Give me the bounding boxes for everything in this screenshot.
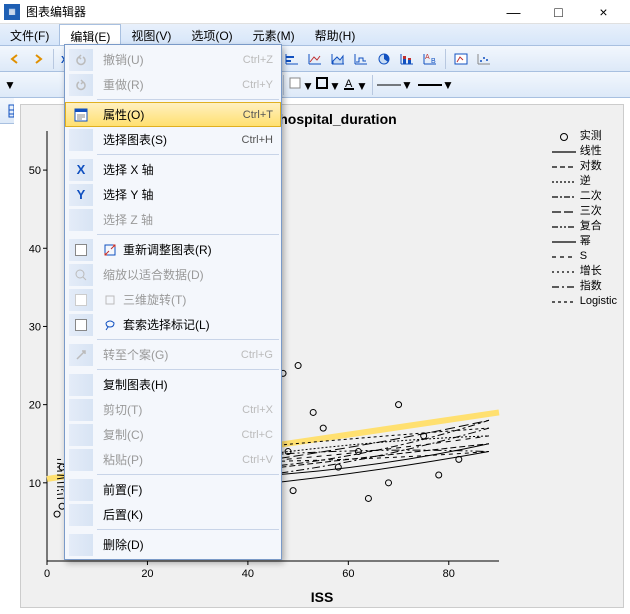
separator xyxy=(372,75,373,95)
separator xyxy=(97,474,279,475)
menu-item-copy: 复制(C)Ctrl+C xyxy=(65,422,281,447)
area-chart-icon[interactable] xyxy=(327,48,349,70)
svg-text:40: 40 xyxy=(242,568,254,580)
separator xyxy=(53,49,54,69)
menu-item-select-z: 选择 Z 轴 xyxy=(65,207,281,232)
separator xyxy=(97,234,279,235)
svg-text:30: 30 xyxy=(29,321,41,333)
edit-menu-dropdown: 撤销(U)Ctrl+Z 重做(R)Ctrl+Y 属性(O)Ctrl+T 选择图表… xyxy=(64,44,282,560)
separator xyxy=(97,154,279,155)
redo-button[interactable] xyxy=(27,48,49,70)
svg-text:60: 60 xyxy=(342,568,354,580)
menu-item-properties[interactable]: 属性(O)Ctrl+T xyxy=(65,102,281,127)
close-button[interactable]: × xyxy=(581,1,626,23)
menu-item-send-back[interactable]: 后置(K) xyxy=(65,502,281,527)
step-chart-icon[interactable] xyxy=(350,48,372,70)
menu-item-select-chart[interactable]: 选择图表(S)Ctrl+H xyxy=(65,127,281,152)
svg-text:80: 80 xyxy=(443,568,455,580)
titlebar: ▦ 图表编辑器 — □ × xyxy=(0,0,630,24)
stacked-icon[interactable] xyxy=(396,48,418,70)
separator xyxy=(97,339,279,340)
menu-item-copy-chart[interactable]: 复制图表(H) xyxy=(65,372,281,397)
separator xyxy=(97,529,279,530)
chart-type-icon[interactable] xyxy=(450,48,472,70)
text-color-combo[interactable]: A▼ xyxy=(342,76,368,93)
separator xyxy=(97,369,279,370)
svg-text:20: 20 xyxy=(141,568,153,580)
separator xyxy=(97,99,279,100)
undo-button[interactable] xyxy=(4,48,26,70)
menu-help[interactable]: 帮助(H) xyxy=(305,24,366,45)
pie-chart-icon[interactable] xyxy=(373,48,395,70)
line-chart-icon[interactable] xyxy=(304,48,326,70)
window-title: 图表编辑器 xyxy=(26,3,491,20)
legend: 实测线性对数逆二次三次复合幂S增长指数Logistic xyxy=(552,129,617,309)
menu-file[interactable]: 文件(F) xyxy=(0,24,59,45)
fit-line-icon[interactable] xyxy=(473,48,495,70)
menu-item-goto-case: 转至个案(G)Ctrl+G xyxy=(65,342,281,367)
border-color-combo[interactable]: ▼ xyxy=(315,76,341,93)
fill-color-combo[interactable]: ▼ xyxy=(288,76,314,93)
minimize-button[interactable]: — xyxy=(491,1,536,23)
menu-item-paste: 粘贴(P)Ctrl+V xyxy=(65,447,281,472)
menu-options[interactable]: 选项(O) xyxy=(181,24,242,45)
menu-item-delete[interactable]: 删除(D) xyxy=(65,532,281,557)
bar-chart-h-icon[interactable] xyxy=(281,48,303,70)
menu-item-redo[interactable]: 重做(R)Ctrl+Y xyxy=(65,72,281,97)
menubar: 文件(F) 编辑(E) 视图(V) 选项(O) 元素(M) 帮助(H) xyxy=(0,24,630,46)
svg-text:A: A xyxy=(425,54,430,61)
menu-view[interactable]: 视图(V) xyxy=(121,24,181,45)
line-style-combo[interactable]: ▼ xyxy=(377,78,417,92)
svg-text:50: 50 xyxy=(29,165,41,177)
menu-item-zoom-fit: 缩放以适合数据(D) xyxy=(65,262,281,287)
svg-text:0: 0 xyxy=(44,568,50,580)
menu-elements[interactable]: 元素(M) xyxy=(243,24,305,45)
scatter-ab-icon[interactable]: AB xyxy=(419,48,441,70)
menu-edit[interactable]: 编辑(E) xyxy=(59,24,121,45)
menu-item-rotate-3d: 三维旋转(T) xyxy=(65,287,281,312)
maximize-button[interactable]: □ xyxy=(536,1,581,23)
menu-item-lasso[interactable]: 套索选择标记(L) xyxy=(65,312,281,337)
svg-text:20: 20 xyxy=(29,400,41,412)
menu-item-select-y[interactable]: Y 选择 Y 轴 xyxy=(65,182,281,207)
separator xyxy=(445,49,446,69)
menu-item-resize-chart[interactable]: 重新调整图表(R) xyxy=(65,237,281,262)
menu-item-undo[interactable]: 撤销(U)Ctrl+Z xyxy=(65,47,281,72)
menu-item-select-x[interactable]: X 选择 X 轴 xyxy=(65,157,281,182)
svg-text:40: 40 xyxy=(29,243,41,255)
app-icon: ▦ xyxy=(4,4,20,20)
menu-item-bring-front[interactable]: 前置(F) xyxy=(65,477,281,502)
svg-text:10: 10 xyxy=(29,478,41,490)
separator xyxy=(283,75,284,95)
menu-item-cut: 剪切(T)Ctrl+X xyxy=(65,397,281,422)
svg-text:B: B xyxy=(431,58,436,65)
line-weight-combo[interactable]: ▼ xyxy=(418,78,458,92)
